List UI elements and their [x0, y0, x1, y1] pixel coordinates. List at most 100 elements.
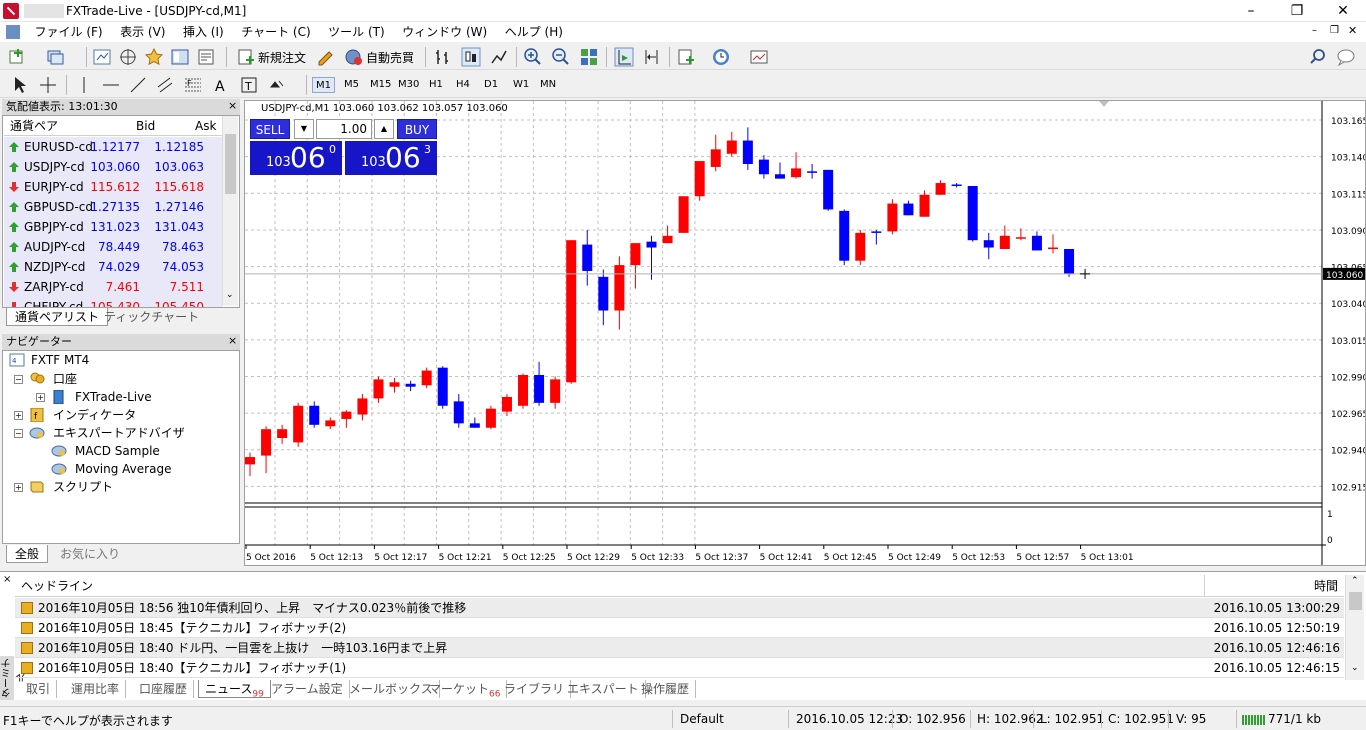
tab-tick-chart[interactable]: ティックチャート	[96, 308, 207, 326]
connection-bars-icon[interactable]	[1242, 713, 1266, 725]
nav-accounts[interactable]: 口座	[53, 370, 77, 388]
bar-chart-icon[interactable]	[433, 47, 453, 67]
news-scroll-thumb[interactable]	[1349, 592, 1362, 610]
auto-scroll-icon[interactable]	[614, 47, 634, 67]
new-order-icon[interactable]	[236, 47, 256, 67]
market-row[interactable]: AUDJPY-cd 78.449 78.463	[4, 237, 222, 257]
terminal-tab[interactable]: マーケット66	[423, 680, 508, 699]
terminal-close-icon[interactable]: ×	[3, 574, 11, 585]
data-window-icon[interactable]	[118, 47, 138, 67]
trendline-icon[interactable]	[128, 75, 148, 95]
templates-icon[interactable]	[749, 47, 769, 67]
text-label-icon[interactable]: T	[239, 75, 259, 95]
lot-input[interactable]: 1.00	[316, 119, 372, 139]
crosshair-icon[interactable]	[38, 75, 58, 95]
menu-file[interactable]: ファイル (F)	[28, 22, 110, 42]
terminal-tab[interactable]: 取引	[20, 680, 58, 698]
nav-scripts[interactable]: スクリプト	[53, 478, 113, 496]
market-watch-close-icon[interactable]: ×	[228, 99, 237, 112]
tile-windows-icon[interactable]	[579, 47, 599, 67]
fibonacci-icon[interactable]: F	[183, 75, 203, 95]
close-button[interactable]: ✕	[1320, 0, 1366, 22]
tab-general[interactable]: 全般	[6, 545, 49, 563]
nav-root[interactable]: FXTF MT4	[31, 351, 89, 369]
chart-window[interactable]: 103.165103.140103.115103.090103.065103.0…	[244, 100, 1366, 566]
scroll-thumb[interactable]	[225, 134, 236, 194]
tester-icon[interactable]	[196, 47, 216, 67]
market-watch-scrollbar[interactable]: ⌄	[222, 116, 238, 306]
menu-chart[interactable]: チャート (C)	[234, 22, 317, 42]
market-watch-icon[interactable]	[92, 47, 112, 67]
periods-icon[interactable]	[711, 47, 731, 67]
metaeditor-icon[interactable]	[316, 47, 336, 67]
timeframe-h4[interactable]: H4	[453, 77, 473, 93]
nav-indicators[interactable]: インディケータ	[53, 406, 136, 424]
horizontal-line-icon[interactable]	[101, 75, 121, 95]
expand-indicators-icon[interactable]: +	[14, 411, 23, 420]
text-icon[interactable]: A	[211, 75, 231, 95]
news-row[interactable]: 2016年10月05日 18:40【テクニカル】フィボナッチ(1) 2016.10…	[15, 658, 1344, 678]
news-scroll-down-icon[interactable]: ⌄	[1351, 663, 1359, 673]
menu-tools[interactable]: ツール (T)	[321, 22, 392, 42]
market-row[interactable]: GBPUSD-cd 1.27135 1.27146	[4, 197, 222, 217]
market-row[interactable]: USDJPY-cd 103.060 103.063	[4, 157, 222, 177]
mdi-restore-icon[interactable]: ❐	[1330, 25, 1339, 36]
expand-experts-icon[interactable]: −	[14, 429, 23, 438]
navigator-icon[interactable]	[144, 47, 164, 67]
chart-shift-icon[interactable]	[642, 47, 662, 67]
navigator-close-icon[interactable]: ×	[228, 334, 237, 347]
news-scroll-up-icon[interactable]: ⌃	[1351, 576, 1359, 586]
auto-trading-button[interactable]: 自動売買	[366, 49, 414, 66]
terminal-tab[interactable]: 運用比率	[65, 680, 127, 698]
market-row[interactable]: EURUSD-cd 1.12177 1.12185	[4, 137, 222, 157]
timeframe-m30[interactable]: M30	[395, 77, 422, 93]
menu-help[interactable]: ヘルプ (H)	[498, 22, 570, 42]
cursor-icon[interactable]	[10, 75, 30, 95]
maximize-button[interactable]: ❐	[1274, 0, 1320, 22]
news-row[interactable]: 2016年10月05日 18:45【テクニカル】フィボナッチ(2) 2016.10…	[15, 618, 1344, 638]
equidistant-channel-icon[interactable]	[155, 75, 175, 95]
timeframe-h1[interactable]: H1	[426, 77, 446, 93]
market-row[interactable]: GBPJPY-cd 131.023 131.043	[4, 217, 222, 237]
new-order-button[interactable]: 新規注文	[258, 49, 306, 66]
tab-symbol-list[interactable]: 通貨ペアリスト	[6, 308, 109, 326]
timeframe-w1[interactable]: W1	[510, 77, 532, 93]
menu-window[interactable]: ウィンドウ (W)	[395, 22, 494, 42]
sell-button[interactable]: SELL	[250, 119, 290, 139]
sell-price[interactable]: 103 06 0	[250, 141, 342, 175]
news-row[interactable]: 2016年10月05日 18:40 ドル円、一目雲を上抜け 一時103.16円ま…	[15, 638, 1344, 658]
nav-experts[interactable]: エキスパートアドバイザ	[53, 424, 185, 442]
terminal-icon[interactable]	[170, 47, 190, 67]
market-row[interactable]: EURJPY-cd 115.612 115.618	[4, 177, 222, 197]
buy-price[interactable]: 103 06 3	[345, 141, 437, 175]
timeframe-m5[interactable]: M5	[341, 77, 362, 93]
buy-button[interactable]: BUY	[397, 119, 437, 139]
terminal-tab[interactable]: アラーム設定	[265, 680, 350, 698]
search-icon[interactable]	[1308, 47, 1328, 67]
zoom-in-icon[interactable]	[523, 47, 543, 67]
auto-trading-icon[interactable]	[344, 47, 364, 67]
terminal-tab[interactable]: 操作履歴	[635, 680, 697, 698]
terminal-tab[interactable]: エキスパート	[561, 680, 646, 698]
arrows-icon[interactable]	[267, 75, 287, 95]
nav-expert-ma[interactable]: Moving Average	[75, 460, 171, 478]
line-chart-icon[interactable]	[489, 47, 509, 67]
profiles-icon[interactable]	[46, 47, 66, 67]
chart-window-icon[interactable]	[6, 25, 20, 39]
mdi-minimize-icon[interactable]: –	[1312, 25, 1317, 36]
menu-view[interactable]: 表示 (V)	[113, 22, 172, 42]
lot-down-icon[interactable]: ▼	[294, 119, 314, 139]
market-row[interactable]: CHFJPY-cd 105.430 105.450	[4, 297, 222, 307]
menu-insert[interactable]: 挿入 (I)	[176, 22, 231, 42]
candlestick-icon[interactable]	[461, 47, 481, 67]
col-time[interactable]: 時間	[1205, 575, 1344, 597]
news-row[interactable]: 2016年10月05日 18:56 独10年債利回り、上昇 マイナス0.023％…	[15, 598, 1344, 618]
new-chart-icon[interactable]	[8, 47, 28, 67]
timeframe-d1[interactable]: D1	[481, 77, 501, 93]
col-headline[interactable]: ヘッドライン	[15, 575, 1205, 597]
tab-favorites[interactable]: お気に入り	[52, 545, 128, 563]
expand-scripts-icon[interactable]: +	[14, 483, 23, 492]
expand-accounts-icon[interactable]: −	[14, 375, 23, 384]
chat-icon[interactable]	[1336, 47, 1356, 67]
timeframe-m1[interactable]: M1	[312, 77, 335, 93]
